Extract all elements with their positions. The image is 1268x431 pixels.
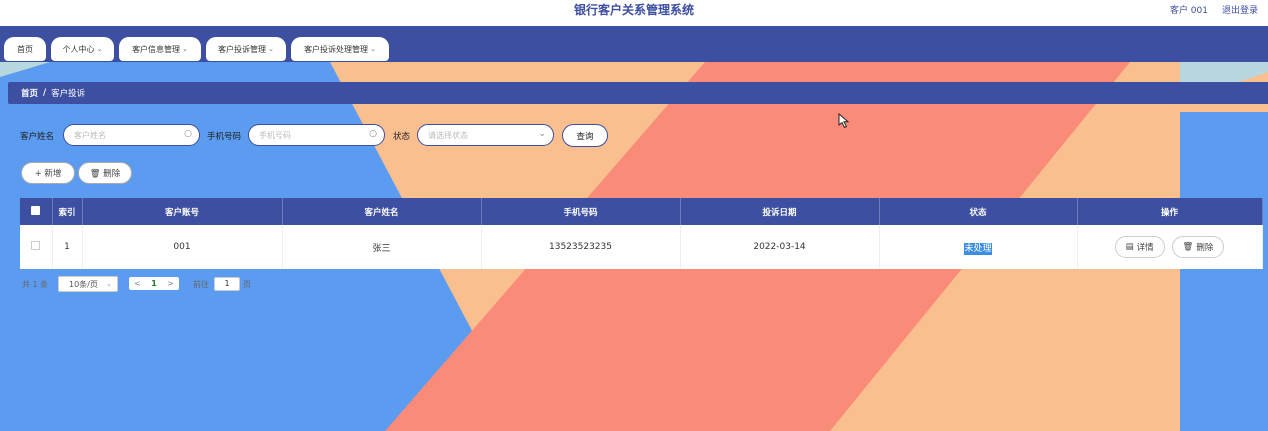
nav-item-complaint-handling[interactable]: 客户投诉处理管理 ⌄ bbox=[291, 37, 389, 61]
cell-phone: 13523523235 bbox=[481, 225, 681, 269]
breadcrumb-separator: / bbox=[43, 88, 47, 98]
nav-item-label: 客户信息管理 bbox=[132, 44, 181, 54]
document-icon: ▤ bbox=[1125, 242, 1134, 252]
cell-index: 1 bbox=[52, 225, 83, 269]
customer-name-placeholder: 客户姓名 bbox=[74, 130, 106, 140]
chevron-down-icon: ⌄ bbox=[106, 280, 112, 288]
app-title: 银行客户关系管理系统 bbox=[573, 3, 694, 17]
row-checkbox[interactable] bbox=[31, 241, 41, 250]
column-header-phone: 手机号码 bbox=[481, 198, 681, 225]
row-select-cell[interactable] bbox=[20, 225, 53, 269]
customer-name-input[interactable]: 客户姓名 ○ bbox=[63, 124, 200, 146]
pagination-total: 共 1 条 bbox=[22, 280, 49, 289]
page-size-select[interactable]: 10条/页 ⌄ bbox=[58, 276, 118, 292]
phone-label: 手机号码 bbox=[207, 132, 242, 142]
page-suffix: 页 bbox=[243, 280, 251, 289]
page-navigator: < 1 > bbox=[129, 277, 179, 290]
cell-date: 2022-03-14 bbox=[680, 225, 880, 269]
batch-delete-button[interactable]: 🗑 删除 bbox=[78, 162, 132, 184]
nav-item-label: 首页 bbox=[17, 44, 33, 54]
phone-input[interactable]: 手机号码 ○ bbox=[248, 124, 385, 146]
detail-button[interactable]: ▤ 详情 bbox=[1114, 236, 1165, 258]
select-all-cell[interactable] bbox=[20, 198, 53, 225]
table-row: 1 001 张三 13523523235 2022-03-14 未处理 ▤ 详情… bbox=[20, 225, 1263, 269]
chevron-down-icon: ⌄ bbox=[182, 45, 188, 53]
select-all-checkbox[interactable] bbox=[31, 205, 41, 215]
complaints-table: 索引 客户账号 客户姓名 手机号码 投诉日期 状态 操作 1 001 张三 13… bbox=[20, 198, 1263, 269]
query-button[interactable]: 查询 bbox=[562, 124, 608, 147]
chevron-down-icon: ⌄ bbox=[96, 45, 103, 53]
user-name[interactable]: 客户 001 bbox=[1170, 3, 1208, 16]
top-bar: 银行客户关系管理系统 客户 001 退出登录 bbox=[0, 0, 1268, 26]
column-header-date: 投诉日期 bbox=[680, 198, 880, 225]
column-header-name: 客户姓名 bbox=[282, 198, 482, 225]
chevron-down-icon: ⌄ bbox=[268, 45, 274, 53]
current-page[interactable]: 1 bbox=[151, 279, 157, 288]
nav-bar: 首页 个人中心 ⌄ 客户信息管理 ⌄ 客户投诉管理 ⌄ 客户投诉处理管理 ⌄ bbox=[0, 26, 1268, 62]
search-icon: ○ bbox=[369, 129, 377, 139]
cell-account: 001 bbox=[82, 225, 283, 269]
table-header-row: 索引 客户账号 客户姓名 手机号码 投诉日期 状态 操作 bbox=[20, 198, 1263, 225]
nav-item-label: 个人中心 bbox=[62, 44, 95, 54]
cell-actions: ▤ 详情 🗑 删除 bbox=[1077, 225, 1263, 269]
cell-status: 未处理 bbox=[879, 225, 1078, 269]
row-delete-button[interactable]: 🗑 删除 bbox=[1171, 236, 1225, 258]
chevron-down-icon: ⌄ bbox=[370, 45, 376, 53]
phone-placeholder: 手机号码 bbox=[259, 130, 291, 140]
chevron-down-icon: ⌄ bbox=[538, 129, 546, 139]
add-button[interactable]: + 新增 bbox=[21, 162, 75, 184]
nav-item-complaint-management[interactable]: 客户投诉管理 ⌄ bbox=[206, 37, 286, 61]
mouse-cursor-icon bbox=[838, 113, 850, 129]
breadcrumb-current: 客户投诉 bbox=[51, 89, 86, 99]
nav-item-label: 客户投诉处理管理 bbox=[304, 44, 369, 54]
customer-name-label: 客户姓名 bbox=[20, 132, 55, 142]
cell-name: 张三 bbox=[282, 225, 482, 269]
detail-label: 详情 bbox=[1136, 243, 1154, 253]
search-icon: ○ bbox=[184, 129, 192, 139]
column-header-index: 索引 bbox=[52, 198, 83, 225]
goto-label: 前往 bbox=[193, 280, 209, 289]
nav-item-customer-info[interactable]: 客户信息管理 ⌄ bbox=[119, 37, 201, 61]
status-placeholder: 请选择状态 bbox=[428, 130, 468, 140]
goto-page-input[interactable]: 1 bbox=[214, 277, 240, 291]
nav-item-home[interactable]: 首页 bbox=[4, 37, 46, 61]
column-header-actions: 操作 bbox=[1077, 198, 1263, 225]
column-header-account: 客户账号 bbox=[82, 198, 283, 225]
status-label: 状态 bbox=[393, 132, 411, 142]
status-select[interactable]: 请选择状态 ⌄ bbox=[417, 124, 554, 146]
trash-icon: 🗑 bbox=[1182, 242, 1194, 252]
delete-label: 删除 bbox=[1196, 243, 1214, 253]
page-size-value: 10条/页 bbox=[69, 279, 98, 289]
breadcrumb: 首页 / 客户投诉 bbox=[8, 82, 1268, 104]
nav-item-personal-center[interactable]: 个人中心 ⌄ bbox=[51, 37, 114, 61]
status-value: 未处理 bbox=[964, 242, 992, 255]
nav-item-label: 客户投诉管理 bbox=[218, 44, 267, 54]
breadcrumb-home[interactable]: 首页 bbox=[21, 87, 38, 99]
column-header-status: 状态 bbox=[879, 198, 1078, 225]
next-page-button[interactable]: > bbox=[167, 279, 174, 288]
prev-page-button[interactable]: < bbox=[134, 279, 141, 288]
user-info: 客户 001 退出登录 bbox=[1170, 3, 1258, 16]
logout-link[interactable]: 退出登录 bbox=[1222, 3, 1258, 16]
